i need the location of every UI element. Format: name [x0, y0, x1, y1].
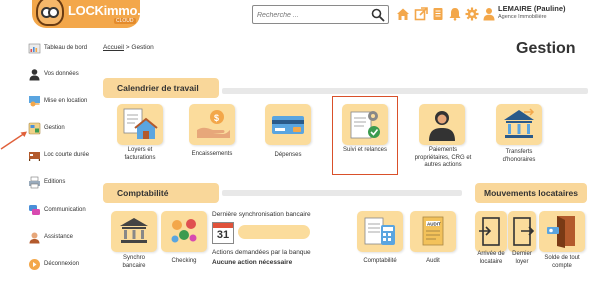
page-title: Gestion: [516, 40, 576, 57]
person-icon: [29, 68, 40, 80]
bank-sync-icon: [120, 218, 148, 243]
tile-label: Audit: [426, 258, 440, 264]
sidebar-item-label: Editions: [44, 179, 66, 185]
tile-label: Comptabilité: [363, 258, 397, 264]
sidebar-item-communication[interactable]: Communication: [28, 203, 86, 217]
key-icon: [29, 95, 40, 106]
breadcrumb-home-link[interactable]: Accueil: [103, 44, 124, 51]
search-box: [252, 5, 389, 24]
owner-payment-icon: [429, 111, 455, 141]
tile-tenant-arrival[interactable]: [475, 211, 507, 252]
tile-label: Transferts d'honoraires: [502, 149, 536, 163]
rent-invoice-icon: [123, 108, 158, 139]
sidebar-item-editions[interactable]: Editions: [28, 175, 65, 189]
sidebar-item-label: Mise en location: [44, 98, 88, 104]
expenses-icon: [272, 116, 304, 134]
user-icon[interactable]: [482, 7, 496, 21]
tile-follow-up[interactable]: [342, 104, 388, 145]
logo-text: LOCKimmo.io: [68, 3, 152, 18]
logout-icon: [29, 258, 40, 270]
tile-label: Solde de tout compte: [544, 255, 580, 269]
sidebar-item-assistance[interactable]: Assistance: [28, 230, 73, 244]
tile-label: Encaissements: [191, 151, 233, 157]
sidebar-item-management[interactable]: Gestion: [28, 121, 65, 135]
home-icon[interactable]: [396, 7, 410, 21]
sidebar-item-short-stay[interactable]: Loc courte durée: [28, 148, 89, 162]
chat-icon: [29, 204, 40, 215]
print-icon: [29, 176, 40, 188]
dashboard-icon: [28, 43, 41, 53]
section-divider: [222, 190, 462, 196]
document-icon[interactable]: [431, 7, 445, 21]
bell-icon[interactable]: [448, 7, 462, 21]
sidebar-item-rental[interactable]: Mise en location: [28, 94, 87, 108]
tile-label: Dépenses: [274, 152, 302, 158]
tile-label: Suivi et relances: [342, 147, 388, 153]
cat-mascot-icon: [36, 0, 64, 26]
section-tenant-moves-title: Mouvements locataires: [475, 183, 587, 203]
calendar-icon: 31: [212, 222, 234, 244]
last-sync-value: [238, 225, 310, 239]
sidebar-item-label: Gestion: [44, 125, 65, 131]
sidebar-item-dashboard[interactable]: Tableau de bord: [28, 41, 87, 55]
logo[interactable]: LOCKimmo.io CLOUD: [32, 0, 152, 28]
sidebar-item-data[interactable]: Vos données: [28, 67, 79, 81]
accounting-icon: [364, 217, 395, 245]
svg-text:AUDIT: AUDIT: [427, 221, 441, 226]
support-icon: [29, 232, 40, 243]
tenant-arrival-icon: [479, 217, 500, 246]
search-input[interactable]: [257, 8, 367, 22]
gear-icon[interactable]: [465, 7, 479, 21]
search-icon[interactable]: [371, 8, 385, 22]
tile-checking[interactable]: [161, 211, 207, 252]
tile-final-settlement[interactable]: [539, 211, 585, 252]
tile-expenses[interactable]: [265, 104, 311, 145]
bed-icon: [29, 151, 40, 161]
fee-transfer-icon: [504, 108, 535, 138]
tile-fee-transfers[interactable]: [496, 104, 542, 145]
tile-label: Loyers et facturations: [124, 147, 156, 161]
sidebar-item-label: Loc courte durée: [44, 152, 90, 158]
final-settlement-icon: [547, 216, 575, 248]
tile-label: Synchro bancaire: [122, 255, 146, 269]
section-accounting-title: Comptabilité: [103, 183, 219, 203]
audit-icon: AUDIT: [422, 216, 444, 246]
payment-hand-icon: $: [197, 110, 230, 138]
breadcrumb-separator: >: [125, 44, 130, 51]
tile-owner-payments[interactable]: [419, 104, 465, 145]
tile-label: Arrivée de locataire: [477, 251, 505, 265]
tile-label: Dernier loyer: [512, 251, 532, 265]
sidebar-item-label: Assistance: [44, 234, 74, 240]
tile-receipts[interactable]: $: [189, 104, 235, 145]
checking-icon: [171, 219, 197, 243]
tile-audit[interactable]: AUDIT: [410, 211, 456, 252]
sidebar-item-label: Déconnexion: [44, 261, 80, 267]
last-rent-icon: [513, 217, 535, 246]
last-sync-label: Dernière synchronisation bancaire: [212, 211, 311, 218]
tile-accounting[interactable]: [357, 211, 403, 252]
breadcrumb-current: Gestion: [131, 44, 154, 51]
agency-name: Agence Immobilière: [498, 14, 547, 20]
arrow-pointer-icon: [0, 131, 27, 150]
external-link-icon[interactable]: [414, 7, 428, 21]
bank-requests-status: Aucune action nécessaire: [212, 259, 293, 266]
section-divider: [222, 88, 588, 94]
logo-subtitle: CLOUD: [114, 18, 136, 24]
sidebar-item-label: Tableau de bord: [44, 45, 88, 51]
tile-label: Checking: [171, 258, 197, 264]
section-calendar-title: Calendrier de travail: [103, 78, 219, 98]
tile-bank-sync[interactable]: [111, 211, 157, 252]
follow-up-icon: [350, 111, 380, 139]
tile-label: Paiements propriétaires, CRG et autres a…: [414, 147, 472, 168]
sidebar-item-label: Communication: [44, 207, 86, 213]
tile-last-rent[interactable]: [508, 211, 536, 252]
user-name[interactable]: LEMAIRE (Pauline): [498, 4, 566, 13]
calendar-day: 31: [216, 229, 230, 241]
breadcrumb: Accueil > Gestion: [103, 44, 154, 51]
sidebar-item-label: Vos données: [44, 71, 79, 77]
svg-text:$: $: [214, 113, 219, 123]
bank-requests-label: Actions demandées par la banque: [212, 249, 311, 256]
sidebar-item-logout[interactable]: Déconnexion: [28, 257, 79, 271]
tile-rent-invoicing[interactable]: [117, 104, 163, 145]
